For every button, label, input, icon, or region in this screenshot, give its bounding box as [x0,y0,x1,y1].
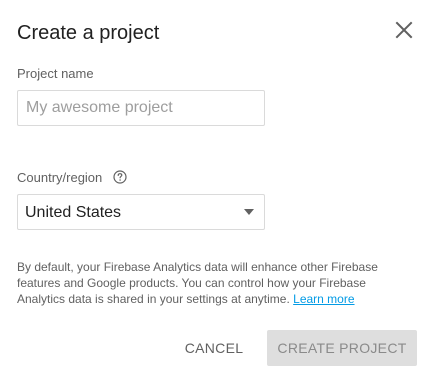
learn-more-link[interactable]: Learn more [293,292,354,306]
project-name-label: Project name [17,66,94,81]
country-region-label: Country/region [17,170,103,185]
close-icon [395,21,413,39]
create-project-dialog: Create a project Project name Country/re… [0,0,434,380]
cancel-button[interactable]: CANCEL [178,330,250,366]
close-button[interactable] [392,18,416,42]
dropdown-arrow-icon [244,209,254,215]
help-circle-icon[interactable] [113,170,127,184]
dialog-title: Create a project [17,22,160,44]
project-name-input[interactable] [17,90,265,126]
analytics-disclaimer: By default, your Firebase Analytics data… [17,259,397,307]
country-selected-value: United States [25,204,122,221]
create-project-button[interactable]: CREATE PROJECT [267,330,417,366]
country-select[interactable]: United States [17,194,265,230]
